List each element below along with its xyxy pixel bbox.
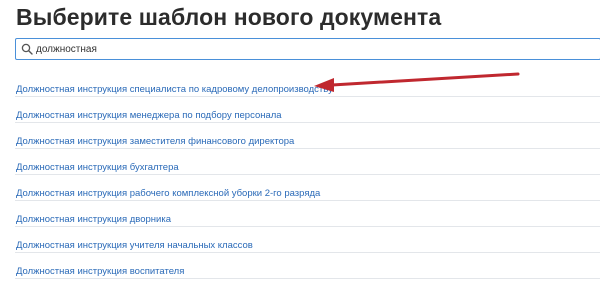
page-title: Выберите шаблон нового документа [16, 4, 442, 30]
template-link[interactable]: Должностная инструкция рабочего комплекс… [15, 188, 320, 199]
results-list: Должностная инструкция специалиста по ка… [15, 71, 600, 279]
annotation-arrow [314, 72, 520, 92]
template-link[interactable]: Должностная инструкция заместителя финан… [15, 136, 294, 147]
list-item: Должностная инструкция бухгалтера [15, 149, 600, 175]
search-input[interactable] [36, 40, 576, 58]
list-item: Должностная инструкция рабочего комплекс… [15, 175, 600, 201]
template-link[interactable]: Должностная инструкция менеджера по подб… [15, 110, 282, 121]
list-item: Должностная инструкция воспитателя [15, 253, 600, 279]
list-item: Должностная инструкция заместителя финан… [15, 123, 600, 149]
list-item: Должностная инструкция менеджера по подб… [15, 97, 600, 123]
template-link[interactable]: Должностная инструкция учителя начальных… [15, 240, 253, 251]
list-item: Должностная инструкция дворника [15, 201, 600, 227]
template-link[interactable]: Должностная инструкция дворника [15, 214, 171, 225]
search-icon [21, 43, 33, 55]
template-link[interactable]: Должностная инструкция воспитателя [15, 266, 184, 277]
template-link[interactable]: Должностная инструкция специалиста по ка… [15, 84, 333, 95]
search-box[interactable] [15, 38, 600, 60]
list-item: Должностная инструкция учителя начальных… [15, 227, 600, 253]
template-link[interactable]: Должностная инструкция бухгалтера [15, 162, 179, 173]
